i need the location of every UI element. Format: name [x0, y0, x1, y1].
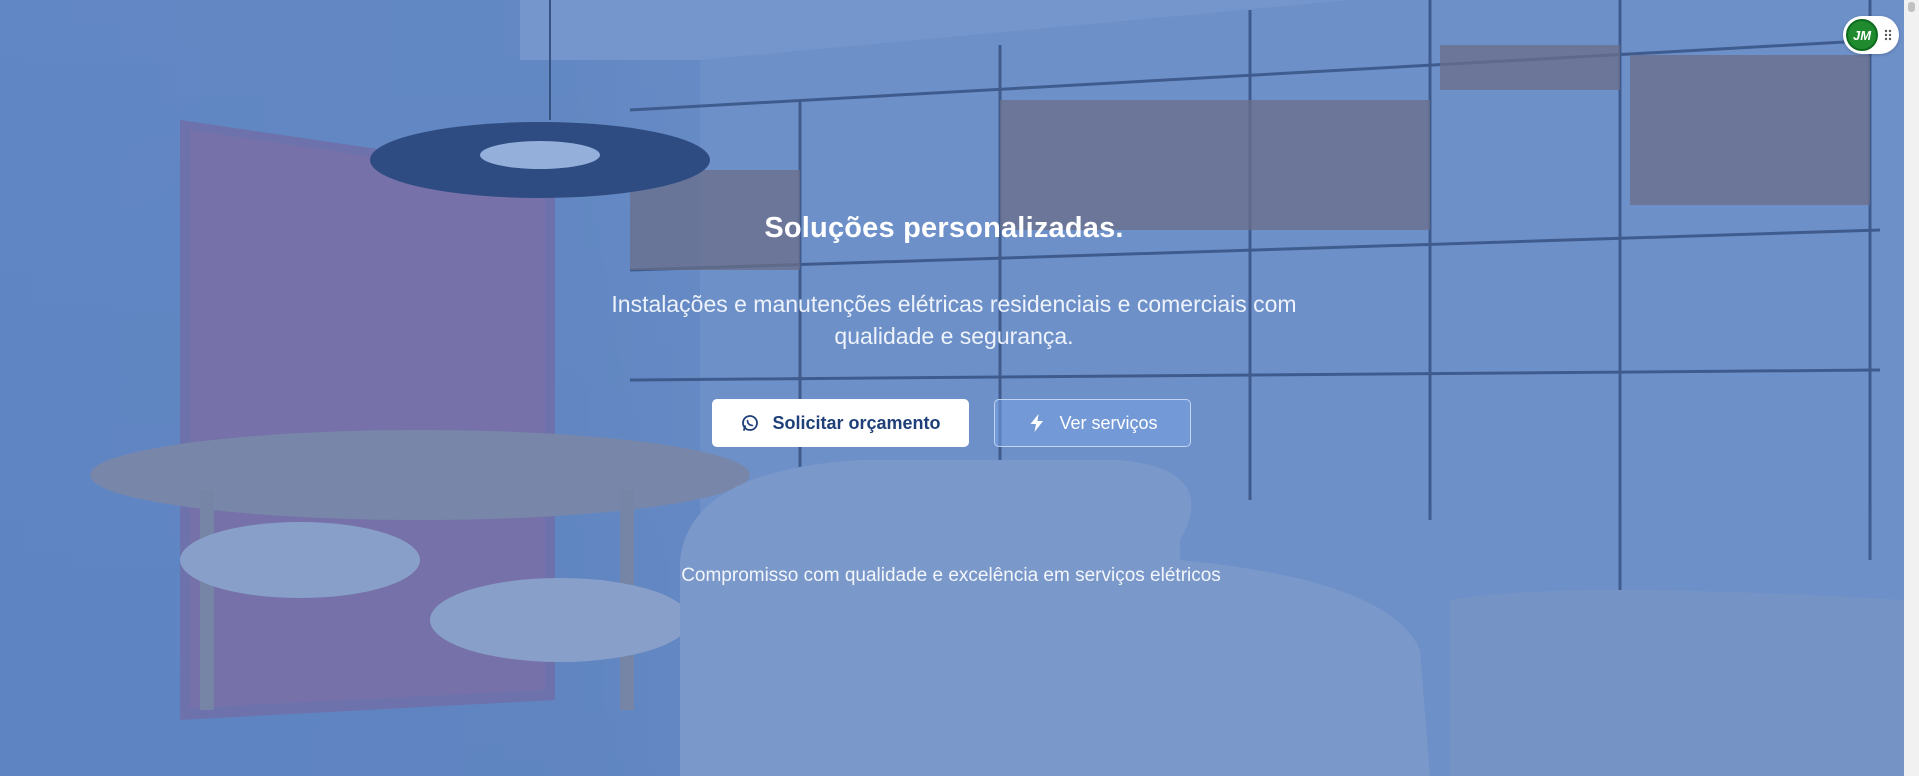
hero-section: Soluções personalizadas. Instalações e m… — [0, 0, 1904, 776]
hero-content: Soluções personalizadas. Instalações e m… — [0, 0, 1904, 776]
hero-subtitle: Instalações e manutenções elétricas resi… — [611, 291, 1297, 349]
scrollbar-thumb[interactable] — [1908, 2, 1915, 12]
brand-logo: JM — [1846, 19, 1878, 51]
whatsapp-icon — [740, 413, 760, 433]
page-scrollbar[interactable] — [1904, 0, 1919, 776]
hero-tagline: Compromisso com qualidade e excelência e… — [681, 565, 1221, 586]
request-quote-button[interactable]: Solicitar orçamento — [712, 399, 969, 447]
grip-dots-icon[interactable] — [1883, 28, 1893, 42]
hero-title: Soluções personalizadas. — [764, 212, 1124, 244]
view-services-button[interactable]: Ver serviços — [994, 399, 1191, 447]
lightning-icon — [1027, 413, 1047, 433]
floating-brand-badge[interactable]: JM — [1843, 16, 1899, 54]
request-quote-label: Solicitar orçamento — [772, 412, 941, 433]
view-services-label: Ver serviços — [1059, 412, 1158, 433]
